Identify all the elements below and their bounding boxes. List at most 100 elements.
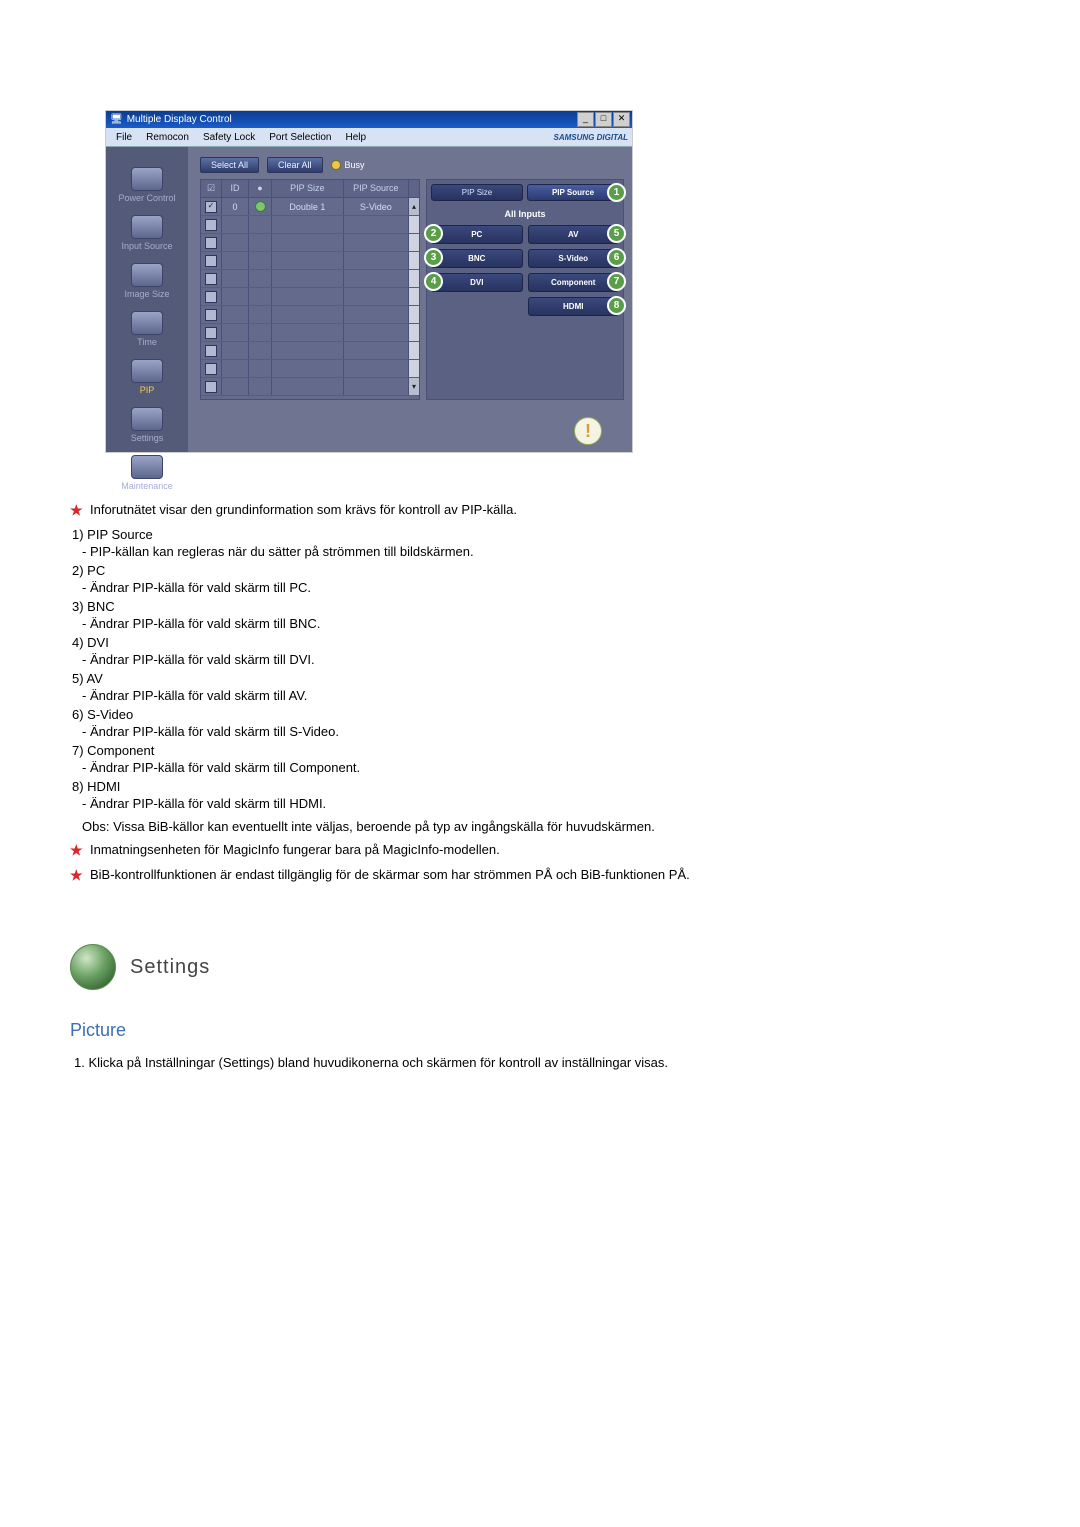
menu-port-selection[interactable]: Port Selection: [263, 130, 337, 145]
pc-button[interactable]: PC2: [431, 225, 523, 244]
list-item: 4) DVI: [72, 635, 990, 650]
maximize-button[interactable]: □: [595, 112, 612, 127]
row-checkbox[interactable]: [205, 237, 217, 249]
list-item: 8) HDMI: [72, 779, 990, 794]
tab-pip-source[interactable]: PIP Source 1: [527, 184, 619, 201]
list-item: 2) PC: [72, 563, 990, 578]
av-button[interactable]: AV5: [528, 225, 620, 244]
tab-pip-size[interactable]: PIP Size: [431, 184, 523, 201]
power-icon: [131, 167, 163, 191]
maintenance-icon: [131, 455, 163, 479]
settings-icon: [131, 407, 163, 431]
callout-2: 2: [424, 224, 443, 243]
minimize-button[interactable]: _: [577, 112, 594, 127]
table-row[interactable]: [201, 342, 419, 360]
callout-1: 1: [607, 183, 626, 202]
scroll-up-button[interactable]: ▴: [409, 198, 419, 215]
row-checkbox[interactable]: [205, 273, 217, 285]
callout-6: 6: [607, 248, 626, 267]
list-item-desc: - PIP-källan kan regleras när du sätter …: [82, 544, 990, 559]
callout-7: 7: [607, 272, 626, 291]
table-row[interactable]: [201, 306, 419, 324]
component-button[interactable]: Component7: [528, 273, 620, 292]
scroll-down-button[interactable]: ▾: [409, 378, 419, 395]
time-icon: [131, 311, 163, 335]
callout-3: 3: [424, 248, 443, 267]
sidebar-item-power-control[interactable]: Power Control: [106, 161, 188, 209]
table-row[interactable]: [201, 288, 419, 306]
instruction-1: 1. Klicka på Inställningar (Settings) bl…: [74, 1055, 990, 1070]
list-item-desc: - Ändrar PIP-källa för vald skärm till B…: [82, 616, 990, 631]
row-checkbox[interactable]: [205, 345, 217, 357]
menubar: File Remocon Safety Lock Port Selection …: [106, 128, 632, 147]
table-row[interactable]: [201, 360, 419, 378]
list-item: 5) AV: [72, 671, 990, 686]
star-icon: ★: [70, 867, 84, 884]
col-check: ☑: [201, 180, 222, 197]
list-item: 7) Component: [72, 743, 990, 758]
intro-text: Inforutnätet visar den grundinformation …: [90, 502, 517, 519]
all-inputs-label: All Inputs: [431, 209, 619, 219]
obs-note: Obs: Vissa BiB-källor kan eventuellt int…: [82, 819, 990, 834]
callout-8: 8: [607, 296, 626, 315]
titlebar: 🖥 Multiple Display Control _ □ ✕: [106, 111, 632, 128]
sidebar-item-settings[interactable]: Settings: [106, 401, 188, 449]
bnc-button[interactable]: BNC3: [431, 249, 523, 268]
star-icon: ★: [70, 842, 84, 859]
clear-all-button[interactable]: Clear All: [267, 157, 323, 173]
col-pip-size: PIP Size: [272, 180, 344, 197]
table-row[interactable]: [201, 324, 419, 342]
row-checkbox[interactable]: [205, 255, 217, 267]
table-row[interactable]: ▾: [201, 378, 419, 396]
hdmi-button[interactable]: HDMI8: [528, 297, 620, 316]
table-row[interactable]: ✓0Double 1S-Video▴: [201, 198, 419, 216]
scrollbar-head: [409, 180, 419, 197]
svideo-button[interactable]: S-Video6: [528, 249, 620, 268]
row-checkbox[interactable]: ✓: [205, 201, 217, 213]
sidebar-item-time[interactable]: Time: [106, 305, 188, 353]
list-item: 3) BNC: [72, 599, 990, 614]
pip-icon: [131, 359, 163, 383]
list-item-desc: - Ändrar PIP-källa för vald skärm till A…: [82, 688, 990, 703]
menu-help[interactable]: Help: [339, 130, 372, 145]
callout-4: 4: [424, 272, 443, 291]
list-item-desc: - Ändrar PIP-källa för vald skärm till P…: [82, 580, 990, 595]
close-button[interactable]: ✕: [613, 112, 630, 127]
app-title: Multiple Display Control: [127, 114, 232, 125]
col-pip-source: PIP Source: [344, 180, 409, 197]
sidebar-item-pip[interactable]: PIP: [106, 353, 188, 401]
sidebar-item-maintenance[interactable]: Maintenance: [106, 449, 188, 497]
sidebar-item-input-source[interactable]: Input Source: [106, 209, 188, 257]
app-window: 🖥 Multiple Display Control _ □ ✕ File Re…: [105, 110, 633, 453]
col-id: ID: [222, 180, 249, 197]
menu-file[interactable]: File: [110, 130, 138, 145]
list-item-desc: - Ändrar PIP-källa för vald skärm till S…: [82, 724, 990, 739]
row-checkbox[interactable]: [205, 291, 217, 303]
brand-label: SAMSUNG DIGITAL: [553, 133, 628, 142]
row-checkbox[interactable]: [205, 363, 217, 375]
table-row[interactable]: [201, 270, 419, 288]
row-checkbox[interactable]: [205, 327, 217, 339]
display-grid: ☑ ID ● PIP Size PIP Source ✓0Double 1S-V…: [200, 179, 420, 400]
list-item: 1) PIP Source: [72, 527, 990, 542]
sidebar: Power Control Input Source Image Size Ti…: [106, 147, 188, 452]
row-checkbox[interactable]: [205, 309, 217, 321]
busy-indicator: Busy: [331, 160, 365, 170]
row-checkbox[interactable]: [205, 381, 217, 393]
col-status: ●: [249, 180, 272, 197]
app-icon: 🖥: [110, 114, 123, 125]
status-bar: !: [188, 410, 632, 452]
table-row[interactable]: [201, 216, 419, 234]
settings-section-icon: [70, 944, 116, 990]
table-row[interactable]: [201, 234, 419, 252]
menu-safety-lock[interactable]: Safety Lock: [197, 130, 261, 145]
dvi-button[interactable]: DVI4: [431, 273, 523, 292]
list-item-desc: - Ändrar PIP-källa för vald skärm till C…: [82, 760, 990, 775]
menu-remocon[interactable]: Remocon: [140, 130, 195, 145]
table-row[interactable]: [201, 252, 419, 270]
sidebar-item-image-size[interactable]: Image Size: [106, 257, 188, 305]
select-all-button[interactable]: Select All: [200, 157, 259, 173]
status-dot-icon: [255, 201, 266, 212]
note-magicinfo: Inmatningsenheten för MagicInfo fungerar…: [90, 842, 500, 859]
row-checkbox[interactable]: [205, 219, 217, 231]
